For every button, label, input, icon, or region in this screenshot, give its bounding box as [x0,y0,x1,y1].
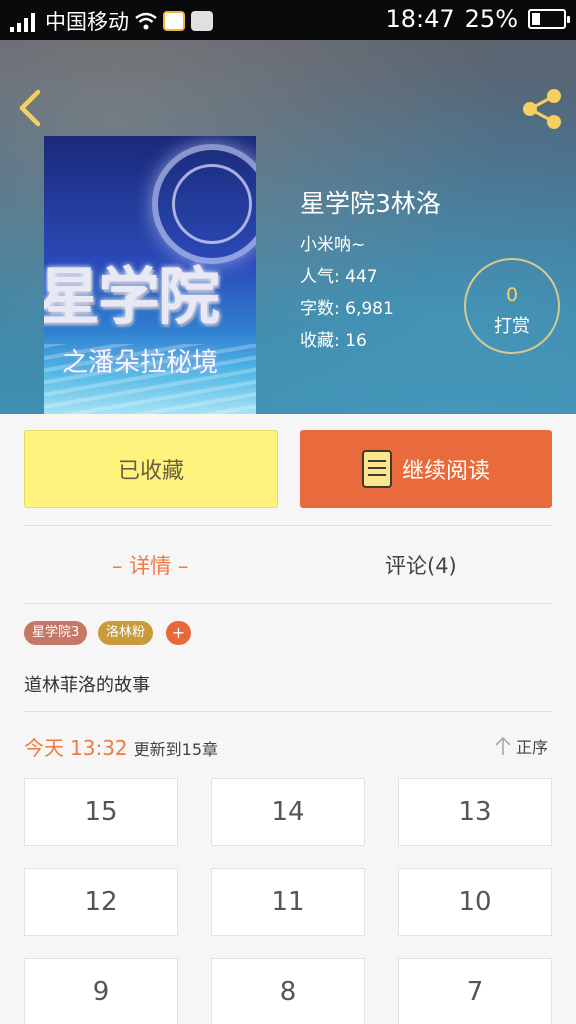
divider [24,525,552,526]
stat-value: 6,981 [345,299,394,319]
back-arrow-icon[interactable] [14,88,46,128]
chapter-button[interactable]: 12 [24,868,178,936]
cover-title: 星学院 [44,260,220,333]
chapter-button[interactable]: 11 [211,868,365,936]
tab-comments[interactable]: 评论(4) [385,550,457,580]
battery-percent: 25% [464,5,518,33]
notification-brush-icon [191,11,213,31]
chapter-button[interactable]: 7 [398,958,552,1024]
stat-popularity: 人气: 447 [300,262,378,287]
update-info: 今天 13:32 更新到15章 [24,732,218,761]
stat-word-count: 字数: 6,981 [300,294,394,319]
tip-button[interactable]: 0 打赏 [464,258,560,354]
arrow-up-icon [494,736,512,756]
update-time: 13:32 [70,736,128,760]
clock: 18:47 [385,5,455,33]
favorited-label: 已收藏 [117,459,184,484]
continue-reading-label: 继续阅读 [401,459,490,484]
book-icon [361,450,392,488]
chapter-button[interactable]: 14 [211,778,365,846]
update-text: 更新到15章 [133,740,219,759]
tip-label: 打赏 [494,316,530,337]
chapter-button[interactable]: 10 [398,868,552,936]
stat-key: 收藏: [300,331,340,351]
wifi-icon [135,12,157,30]
update-day: 今天 [24,736,64,760]
book-description: 道林菲洛的故事 [24,675,150,696]
tag-item[interactable]: 星学院3 [24,621,88,645]
favorited-button[interactable]: 已收藏 [24,430,278,508]
sort-order-label: 正序 [516,738,549,757]
sort-order-button[interactable]: 正序 [494,734,548,758]
stat-value: 16 [345,331,367,351]
stat-favorites: 收藏: 16 [300,326,367,351]
divider [24,711,552,712]
notification-app-icon [163,11,185,31]
chapter-button[interactable]: 9 [24,958,178,1024]
book-author[interactable]: 小米呐~ [300,230,365,255]
carrier-name: 中国移动 [45,10,129,34]
chapter-button[interactable]: 13 [398,778,552,846]
signal-icon [10,10,35,32]
chapter-button[interactable]: 8 [211,958,365,1024]
book-title: 星学院3林洛 [300,189,441,218]
share-icon[interactable] [520,88,564,130]
stat-key: 字数: [300,299,340,319]
add-tag-button[interactable]: + [166,621,191,645]
tip-count: 0 [505,284,519,306]
stat-value: 447 [345,267,378,287]
book-header: 星学院 之潘朵拉秘境 星学院3林洛 小米呐~ 人气: 447 字数: 6,981… [0,40,576,414]
book-cover[interactable]: 星学院 之潘朵拉秘境 [44,136,256,414]
cover-subtitle: 之潘朵拉秘境 [62,348,219,378]
tab-detail[interactable]: – 详情 – [112,550,188,580]
chapter-button[interactable]: 15 [24,778,178,846]
status-bar: 中国移动 18:47 25% [0,0,576,40]
stat-key: 人气: [300,267,340,287]
divider [24,603,552,604]
battery-icon [528,9,570,29]
tag-item[interactable]: 洛林粉 [98,621,154,645]
continue-reading-button[interactable]: 继续阅读 [300,430,552,508]
